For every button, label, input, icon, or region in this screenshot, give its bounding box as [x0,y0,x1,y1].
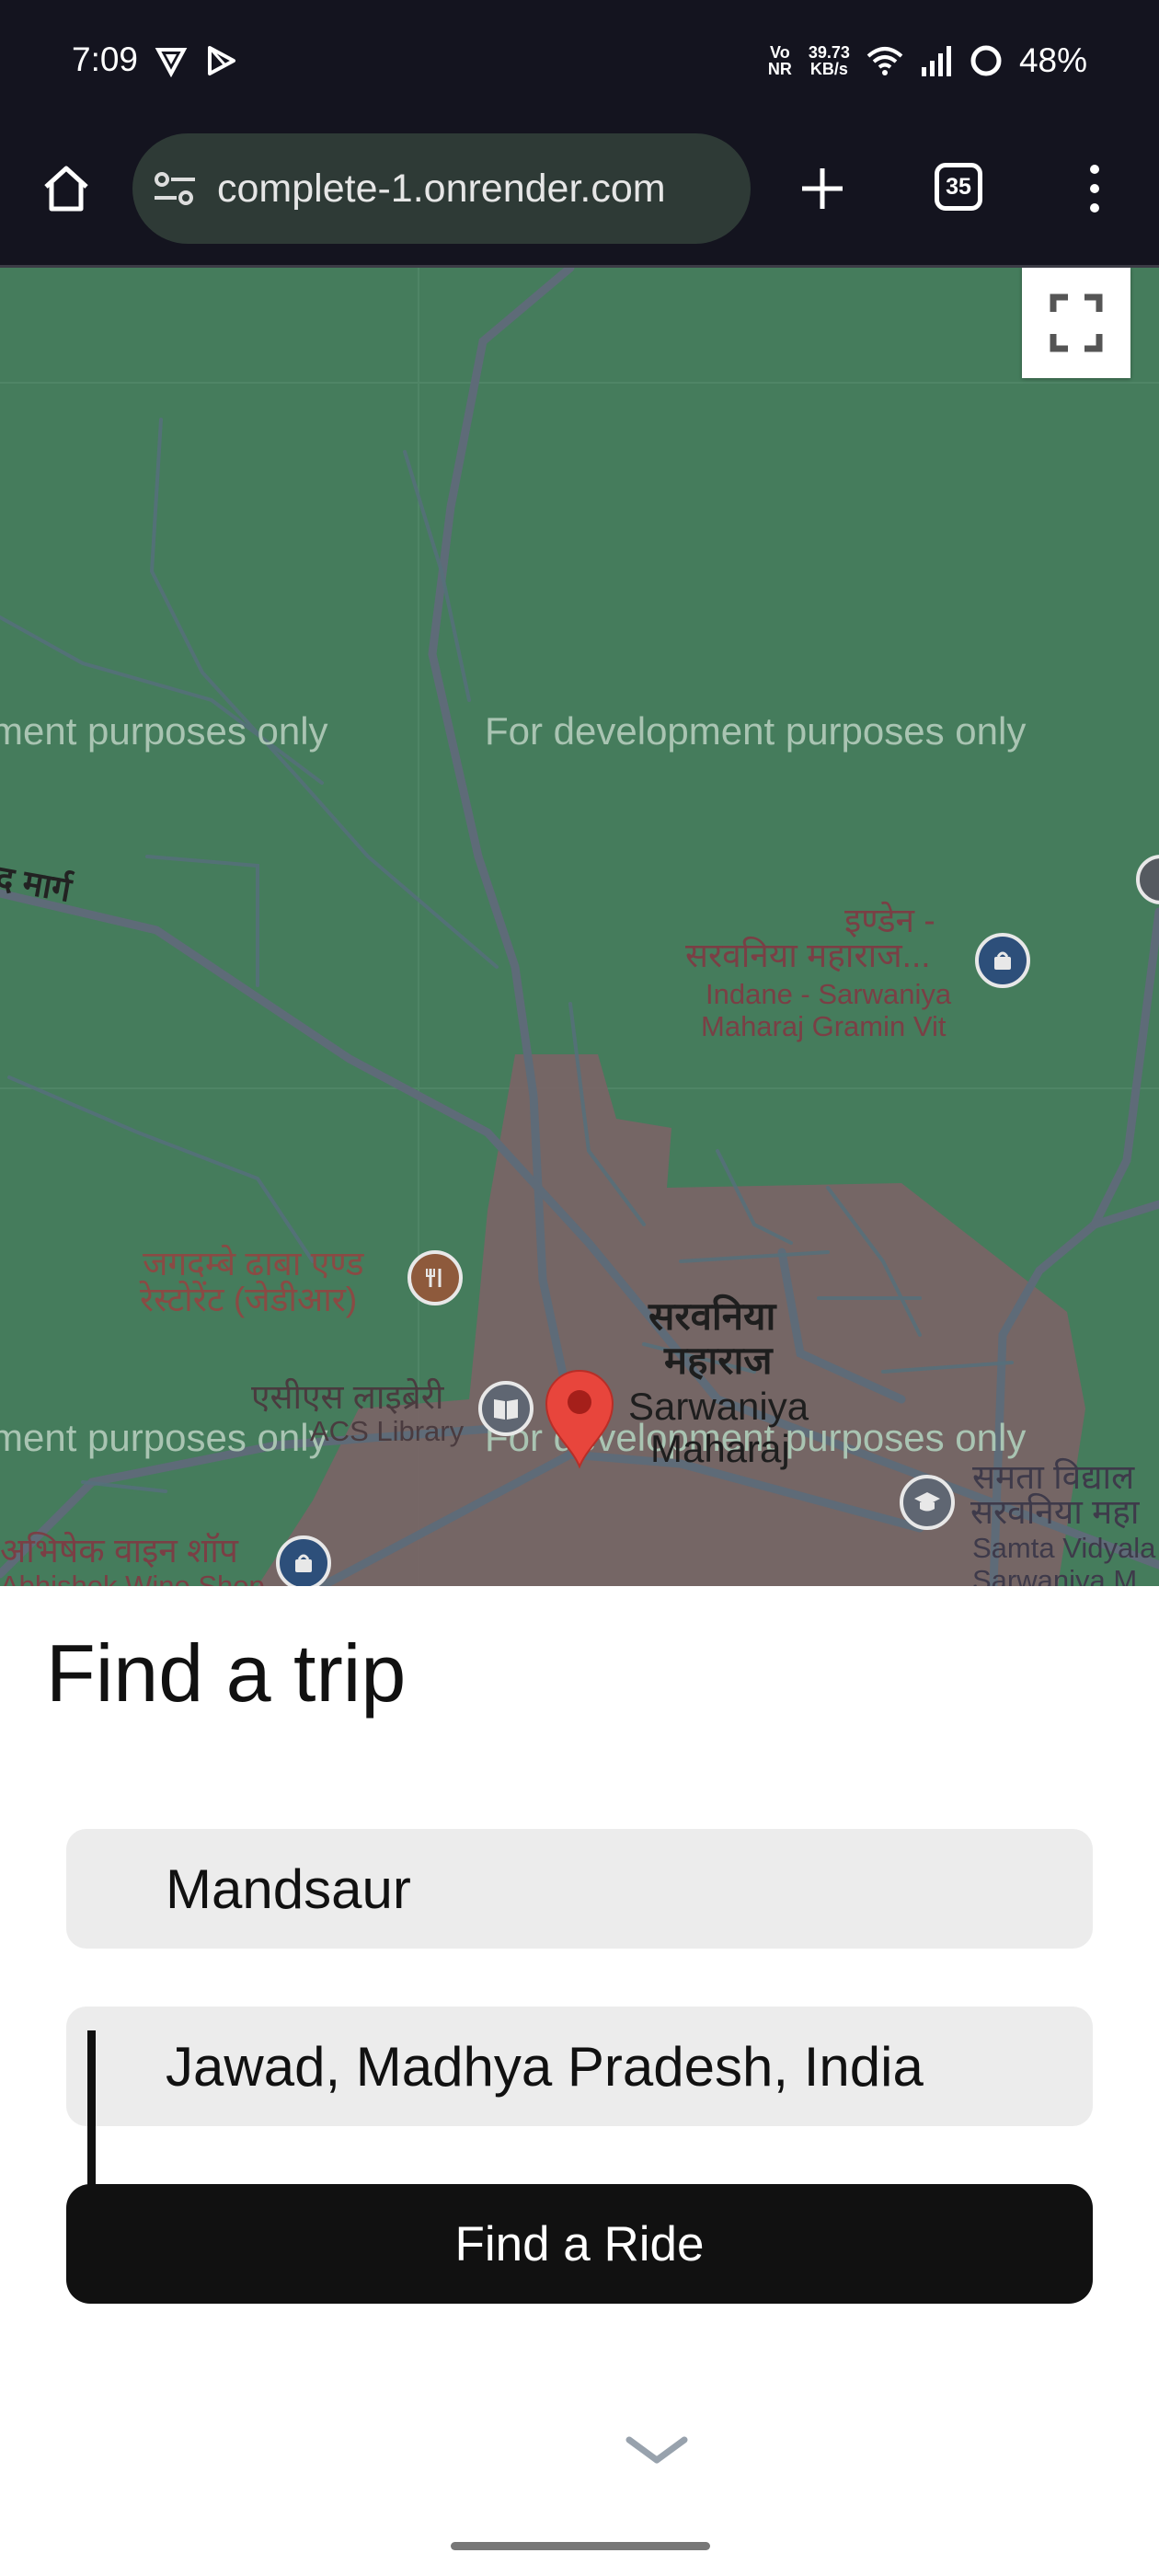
town-label: सरवनिया [648,1294,776,1338]
site-info-button[interactable] [153,166,208,212]
system-indicators: Vo NR 39.73 KB/s 48% [768,37,1159,85]
fullscreen-icon [1050,293,1103,352]
new-tab-button[interactable] [793,159,852,218]
chevron-down-icon[interactable] [625,2434,688,2466]
notification-icons [155,44,237,77]
volte-indicator: Vo NR [767,43,792,78]
shopping-bag-icon[interactable] [975,933,1030,988]
poi-label: इण्डेन - [844,902,935,939]
sheet-title: Find a trip [46,1627,407,1719]
battery-icon [970,45,1002,76]
poi-label: Maharaj Gramin Vit [701,1010,947,1042]
battery-percent: 48% [1018,41,1087,79]
dev-watermark: For development purposes only [485,709,1027,753]
location-pin-icon[interactable] [543,1367,616,1470]
poi-label: ACS Library [310,1415,465,1447]
network-speed: 39.73 KB/s [808,43,850,78]
poi-label: जगदम्बे ढाबा एण्ड [143,1245,364,1282]
destination-input[interactable] [66,2007,1093,2126]
town-label: Sarwaniya [628,1385,809,1428]
signal-icon [921,46,951,76]
status-bar: 7:09 Vo NR 39.73 KB/s 48% [0,0,1159,124]
restaurant-icon[interactable] [407,1250,463,1305]
url-text: complete-1.onrender.com [217,166,666,211]
origin-input[interactable] [66,1829,1093,1949]
plus-icon [802,168,843,209]
town-label: महाराज [664,1339,773,1382]
dot-icon [1090,203,1099,213]
address-bar[interactable]: complete-1.onrender.com [132,133,751,244]
fullscreen-button[interactable] [1022,268,1130,378]
poi-label: रेस्टोरेंट (जेडीआर) [140,1281,358,1318]
dev-watermark: ment purposes only [0,709,328,753]
poi-label: सरवनिया महाराज... [685,937,931,974]
vpn-shield-icon [155,48,188,77]
shopping-bag-icon[interactable] [276,1535,331,1586]
gesture-bar[interactable] [451,2542,710,2550]
poi-label: Abhishek Wine Shop [0,1570,265,1586]
home-button[interactable] [37,159,96,218]
wifi-icon [866,47,903,75]
browser-toolbar: complete-1.onrender.com 35 [0,124,1159,268]
play-store-icon [208,46,235,75]
home-icon [44,166,88,212]
tune-icon [155,172,195,205]
school-icon[interactable] [900,1475,955,1530]
poi-label: समता विद्याल [972,1458,1135,1496]
tab-switcher-button[interactable]: 35 [935,163,982,211]
find-ride-button[interactable]: Find a Ride [66,2184,1093,2304]
poi-label: एसीएस लाइब्रेरी [251,1378,444,1416]
dot-icon [1090,183,1099,193]
dev-watermark: ment purposes only [0,1416,328,1459]
more-menu-button[interactable] [1076,159,1113,218]
dot-icon [1090,164,1099,174]
poi-label: Samta Vidyala [972,1532,1156,1564]
poi-label: सरवनिया महा [970,1493,1140,1531]
town-label: Maharaj [650,1427,790,1470]
status-time: 7:09 [72,40,139,78]
text-cursor [87,2030,96,2205]
poi-label: Sarwaniya M [972,1564,1138,1586]
poi-label: अभिषेक वाइन शॉप [0,1532,238,1570]
library-book-icon[interactable] [478,1381,534,1436]
poi-label: Indane - Sarwaniya [706,978,952,1010]
map-view[interactable]: ment purposes only For development purpo… [0,268,1159,1586]
